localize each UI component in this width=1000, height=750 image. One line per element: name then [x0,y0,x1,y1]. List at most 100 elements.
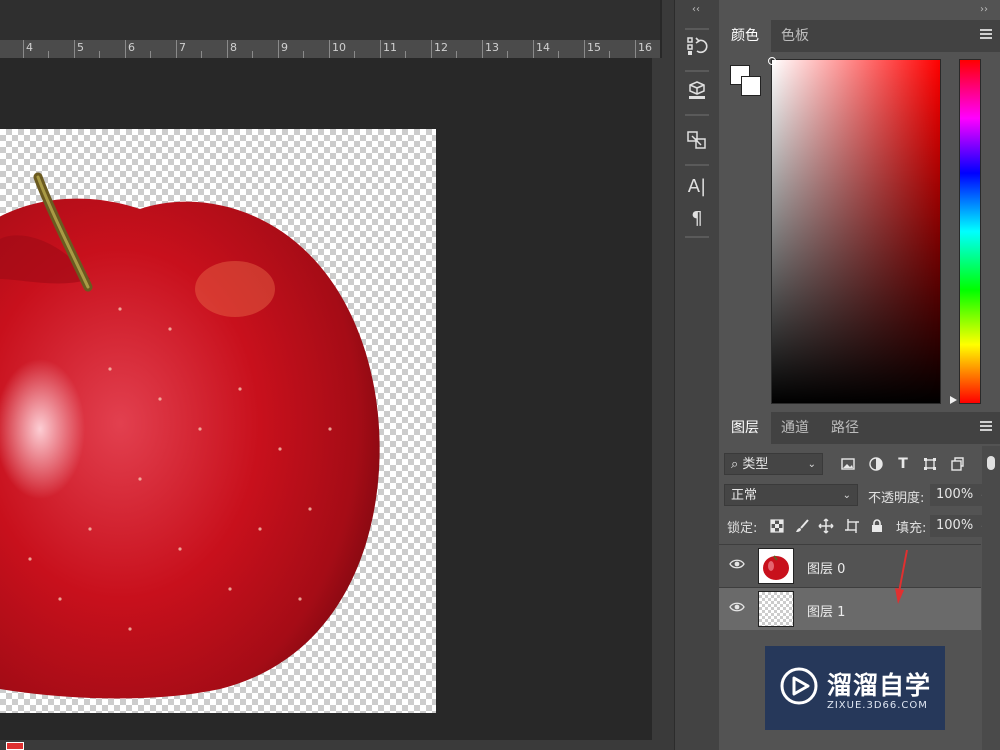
tab-layers[interactable]: 图层 [719,412,771,444]
ruler-tick [533,40,534,58]
ruler-label: 6 [128,41,135,54]
ruler-minor-tick [252,51,253,58]
blend-mode-dropdown[interactable]: 正常 ⌄ [724,484,858,506]
search-icon: ⌕ [731,457,739,472]
visibility-eye-icon[interactable] [729,601,745,617]
lock-brush-icon[interactable] [793,517,811,535]
tab-channels[interactable]: 通道 [769,412,821,444]
adjustment-filter-icon[interactable] [867,455,885,473]
ruler-tick [329,40,330,58]
ruler-tick [74,40,75,58]
status-bar [0,740,662,750]
foreground-color-chip[interactable] [6,742,24,750]
ruler-tick [431,40,432,58]
options-bar [0,0,660,40]
visibility-eye-icon[interactable] [729,558,745,574]
type-filter-icon[interactable]: T [894,455,912,473]
hue-slider[interactable] [959,59,981,404]
watermark-url: ZIXUE.3D66.COM [827,700,928,711]
layers-scrollbar[interactable] [982,446,1000,750]
lock-all-icon[interactable] [868,517,886,535]
horizontal-ruler[interactable]: 4 5 6 7 8 9 10 11 12 13 14 15 16 [0,40,660,59]
ruler-tick [227,40,228,58]
layers-scroll-thumb[interactable] [987,456,995,470]
ruler-minor-tick [405,51,406,58]
ruler-label: 9 [281,41,288,54]
ruler-minor-tick [354,51,355,58]
ruler-tick [380,40,381,58]
ruler-tick [176,40,177,58]
smart-object-filter-icon[interactable] [948,455,966,473]
ruler-tick [584,40,585,58]
3d-icon[interactable] [683,78,711,102]
color-picker-handle[interactable] [768,57,776,65]
watermark-logo: 溜溜自学 ZIXUE.3D66.COM [765,646,945,730]
history-icon[interactable] [683,34,711,58]
opacity-label: 不透明度: [868,491,925,506]
dock-separator [685,28,709,30]
ruler-label: 16 [638,41,652,54]
lock-move-icon[interactable] [817,517,835,535]
fill-label: 填充: [896,521,927,536]
layers-tabbar: 图层 通道 路径 [719,412,1000,444]
ruler-minor-tick [609,51,610,58]
blend-mode-label: 正常 [731,488,758,503]
layer-filter-dropdown[interactable]: ⌕ 类型 ⌄ [724,453,823,475]
layer-name: 图层 0 [807,562,846,577]
ruler-tick [23,40,24,58]
lock-transparent-icon[interactable] [768,517,786,535]
ruler-tick [482,40,483,58]
vertical-scrollbar[interactable] [652,58,662,750]
layer-name: 图层 1 [807,605,846,620]
layer-row-selected[interactable]: 图层 1 [719,587,981,630]
document-canvas[interactable] [0,129,436,713]
ruler-label: 12 [434,41,448,54]
ruler-tick [635,40,636,58]
ruler-label: 15 [587,41,601,54]
ruler-label: 5 [77,41,84,54]
layer-row[interactable]: 图层 0 [719,544,981,587]
annotation-arrow-icon [895,549,908,604]
shape-filter-icon[interactable] [921,455,939,473]
collapse-dock-button[interactable]: ‹‹ [674,4,718,18]
ruler-tick [278,40,279,58]
pixel-filter-icon[interactable] [839,455,857,473]
tab-color[interactable]: 颜色 [719,20,771,52]
ruler-label: 13 [485,41,499,54]
ruler-minor-tick [99,51,100,58]
tab-swatches[interactable]: 色板 [769,20,821,52]
tab-paths[interactable]: 路径 [819,412,871,444]
background-swatch[interactable] [741,76,761,96]
transform-icon[interactable] [683,128,711,152]
panel-menu-icon[interactable] [980,421,992,433]
ruler-minor-tick [150,51,151,58]
ruler-label: 8 [230,41,237,54]
fill-value: 100% [936,518,974,533]
ruler-label: 10 [332,41,346,54]
dock-separator [685,164,709,166]
ruler-minor-tick [303,51,304,58]
watermark-title: 溜溜自学 [827,671,932,700]
chevron-down-icon: ⌄ [807,459,816,470]
play-logo-icon [780,667,818,705]
chevron-down-icon: ⌄ [842,490,851,501]
right-panel: 颜色 色板 图层 通道 路径 ⌕ 类型 ⌄ T 正常 ⌄ 不透明度: 100% … [719,0,1000,750]
opacity-value: 100% [936,487,974,502]
color-field[interactable] [771,59,941,404]
apple-image [0,172,380,699]
character-icon[interactable]: A| [683,174,711,198]
ruler-minor-tick [48,51,49,58]
collapse-panel-button[interactable]: ›› [970,4,998,18]
lock-artboard-icon[interactable] [843,517,861,535]
panel-menu-icon[interactable] [980,29,992,41]
ruler-minor-tick [201,51,202,58]
dock-separator [685,236,709,238]
paragraph-icon[interactable]: ¶ [683,206,711,230]
ruler-label: 7 [179,41,186,54]
ruler-label: 4 [26,41,33,54]
color-tabbar: 颜色 色板 [719,20,1000,52]
filter-type-label: 类型 [742,457,769,472]
ruler-tick [125,40,126,58]
hue-slider-handle[interactable] [950,396,957,404]
layer-thumbnail-transparent [758,591,794,627]
